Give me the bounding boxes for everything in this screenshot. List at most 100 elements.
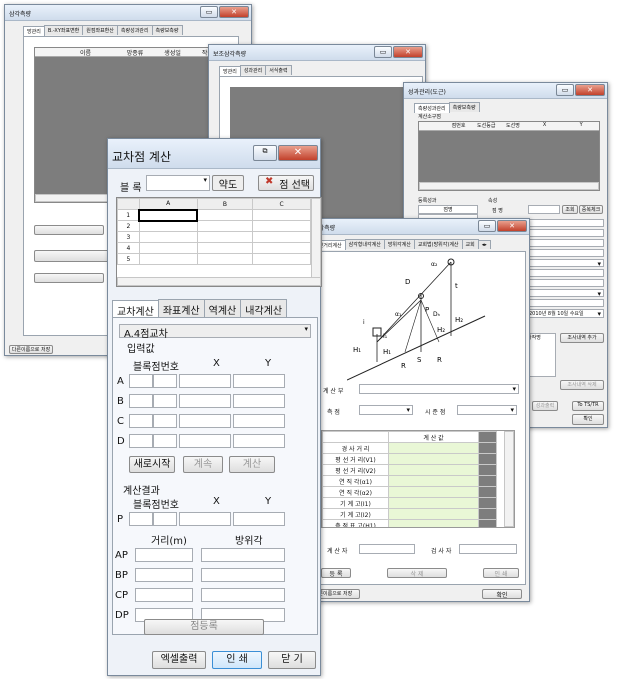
ok-button[interactable]: 확인 [482, 589, 522, 599]
grid-cell[interactable] [252, 220, 311, 232]
col-date[interactable]: 생성일 [154, 48, 192, 57]
calc-part-dropdown[interactable] [359, 384, 519, 394]
ap-azimuth[interactable] [201, 548, 285, 562]
duplicate-check-button[interactable]: 중복체크 [579, 205, 603, 214]
print-results-button[interactable]: 성과출력 [532, 401, 558, 411]
tab-interior-angle[interactable]: 내각계산 [240, 299, 288, 319]
delete-survey-button[interactable]: 조사내역 삭제 [560, 380, 604, 390]
maximize-button[interactable]: ▭ [478, 220, 496, 232]
print-button[interactable]: 인 쇄 [212, 651, 262, 669]
tab-intersection[interactable]: 교회법(방위각)계산 [413, 239, 463, 249]
point-list[interactable]: 점번호 도선등급 도선명 X Y [418, 121, 600, 191]
point-a-block[interactable] [129, 374, 153, 388]
point-b-x[interactable] [179, 394, 231, 408]
col-grade[interactable]: 도선등급 [472, 122, 500, 130]
tab-more[interactable]: 교회 [461, 239, 479, 249]
tab-triangle-angle[interactable]: 삼각형내각계산 [344, 239, 385, 249]
point-d-no[interactable] [153, 434, 177, 448]
value-cell[interactable] [388, 464, 479, 476]
tab-results[interactable]: 측량성과관리 [116, 25, 153, 35]
point-c-y[interactable] [233, 414, 285, 428]
h-scrollbar[interactable] [117, 277, 321, 286]
tab-azimuth[interactable]: 방위각계산 [383, 239, 415, 249]
point-p-no[interactable] [153, 512, 177, 526]
col-type[interactable]: 망종류 [116, 48, 154, 57]
col-y[interactable]: Y [563, 122, 599, 130]
point-p-block[interactable] [129, 512, 153, 526]
maximize-button[interactable]: ▭ [374, 46, 392, 58]
attr-field-7[interactable] [526, 299, 604, 307]
tab-xy-convert[interactable]: B.-XY좌표변환 [43, 25, 84, 35]
value-cell[interactable] [388, 519, 479, 527]
point-b-block[interactable] [129, 394, 153, 408]
attr-dropdown-1[interactable] [526, 259, 604, 268]
calculator-input[interactable] [359, 544, 415, 554]
measure-point-dropdown[interactable] [359, 405, 413, 415]
point-name-input[interactable] [528, 205, 560, 214]
delete-button[interactable]: 삭 제 [387, 568, 447, 578]
col-x[interactable]: X [526, 122, 564, 130]
value-cell[interactable] [388, 453, 479, 465]
cp-distance[interactable] [135, 588, 193, 602]
grid-cell[interactable] [138, 242, 198, 254]
add-survey-button[interactable]: 조사내역 추가 [560, 333, 604, 343]
grid-cell[interactable] [252, 253, 311, 265]
close-button[interactable]: ✕ [219, 6, 249, 18]
point-a-no[interactable] [153, 374, 177, 388]
col-point[interactable]: 점번호 [445, 122, 473, 130]
tab-scroll-arrows[interactable]: ◂▸ [477, 240, 491, 249]
grid-cell[interactable] [196, 220, 254, 232]
maximize-button[interactable]: ▭ [200, 6, 218, 18]
value-cell[interactable] [388, 486, 479, 498]
bp-azimuth[interactable] [201, 568, 285, 582]
point-d-x[interactable] [179, 434, 231, 448]
block-grid[interactable]: ABC 1 2 3 4 5 [116, 197, 322, 287]
save-as-button[interactable]: 다른이름으로 저장 [9, 345, 53, 354]
grid-cell[interactable] [196, 253, 254, 265]
select-point-button[interactable]: ✖ 점 선택 [258, 175, 314, 191]
attr-field-1[interactable] [526, 219, 604, 227]
action-button-3[interactable] [34, 273, 104, 283]
register-button[interactable]: 등 록 [321, 568, 351, 578]
point-p-y[interactable] [233, 512, 285, 526]
print-button[interactable]: 인 쇄 [483, 568, 519, 578]
ap-distance[interactable] [135, 548, 193, 562]
point-p-x[interactable] [179, 512, 231, 526]
value-cell[interactable] [388, 442, 479, 454]
grid-cell[interactable] [138, 231, 198, 243]
close-button[interactable]: ✕ [278, 145, 318, 161]
bp-distance[interactable] [135, 568, 193, 582]
new-start-button[interactable]: 새로시작 [129, 456, 175, 473]
point-a-x[interactable] [179, 374, 231, 388]
checker-input[interactable] [459, 544, 517, 554]
sketch-button[interactable]: 약도 [212, 175, 244, 191]
attr-field-2[interactable] [526, 229, 604, 237]
tab-inverse[interactable]: 역계산 [203, 299, 242, 319]
survey-list[interactable]: 사작명 [526, 333, 556, 377]
grid-cell[interactable] [252, 209, 311, 221]
to-ts-button[interactable]: To TS/TR [572, 401, 604, 411]
date-picker[interactable]: 2010년 8월 10일 수요일 [526, 309, 604, 318]
action-button-1[interactable] [34, 225, 104, 235]
tab-survey[interactable]: 측량보측량 [151, 25, 183, 35]
close-dialog-button[interactable]: 닫 기 [268, 651, 316, 669]
attr-field-5[interactable] [526, 269, 604, 277]
col-name[interactable]: 이름 [55, 48, 116, 57]
point-d-block[interactable] [129, 434, 153, 448]
sight-point-dropdown[interactable] [457, 405, 517, 415]
tab-network[interactable]: 망관리 [23, 26, 45, 36]
method-dropdown[interactable]: A.4점교차 [119, 324, 311, 340]
point-b-y[interactable] [233, 394, 285, 408]
tab-survey[interactable]: 측량보측량 [448, 102, 480, 112]
maximize-button[interactable]: ▭ [556, 84, 574, 96]
tab-results[interactable]: 성과관리 [239, 65, 267, 75]
ok-button[interactable]: 확인 [572, 414, 604, 425]
point-c-block[interactable] [129, 414, 153, 428]
grid-cell[interactable] [196, 209, 254, 221]
tab-results[interactable]: 측량성과관리 [414, 103, 450, 113]
attr-dropdown-2[interactable] [526, 289, 604, 298]
block-dropdown[interactable] [146, 175, 210, 191]
value-cell[interactable] [388, 497, 479, 509]
point-d-y[interactable] [233, 434, 285, 448]
grid-cell[interactable] [196, 242, 254, 254]
